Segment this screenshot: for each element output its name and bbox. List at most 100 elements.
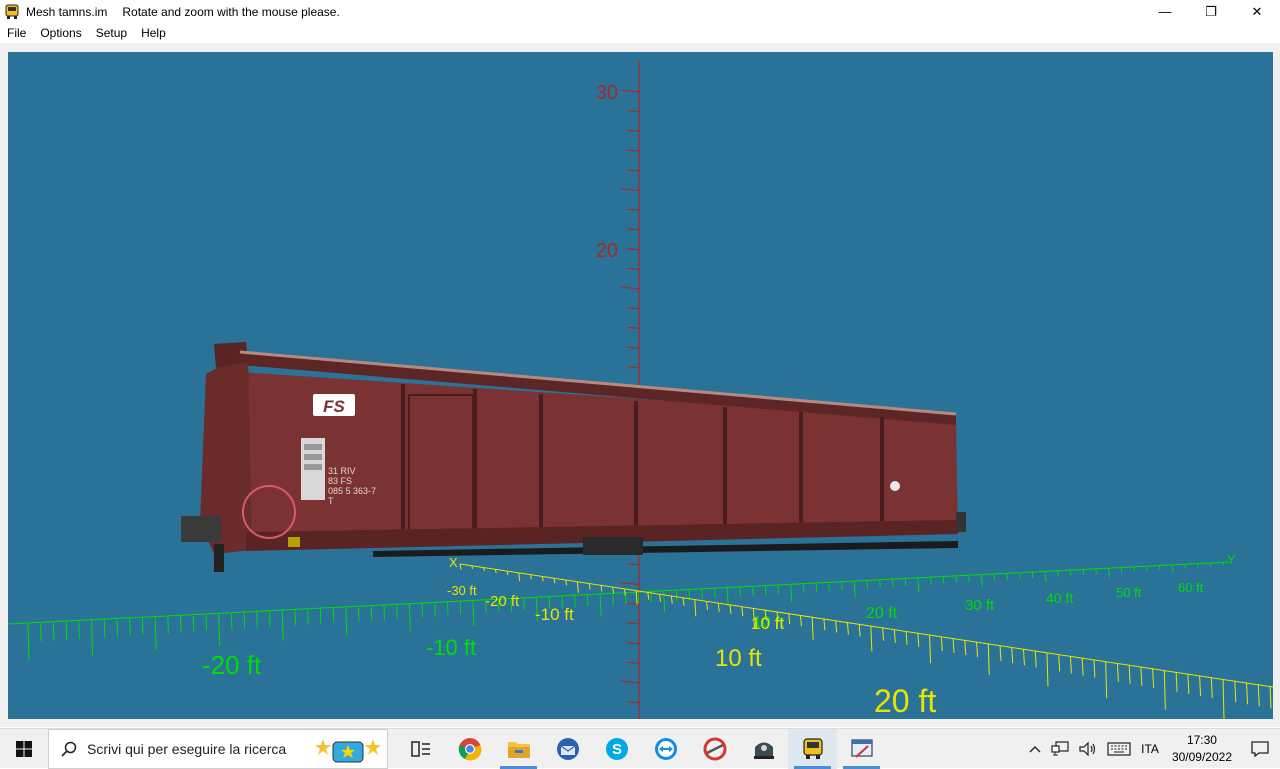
axis-tick	[574, 596, 576, 608]
menu-help[interactable]: Help	[134, 23, 173, 43]
speaker-icon	[1079, 741, 1096, 757]
axis-tick	[777, 585, 780, 595]
clock-button[interactable]: 17:30 30/09/2022	[1164, 729, 1240, 769]
axis-tick	[408, 604, 411, 632]
axis-tick	[1171, 565, 1174, 573]
notifications-button[interactable]	[1240, 729, 1280, 769]
axis-tick	[942, 577, 945, 584]
axis-tick	[626, 267, 640, 270]
axis-tick	[447, 602, 449, 616]
axis-tick	[1069, 655, 1072, 674]
axis-tick	[1044, 572, 1047, 583]
axis-tick	[726, 588, 729, 607]
axis-tick	[180, 616, 182, 633]
close-button[interactable]: ✕	[1234, 0, 1280, 23]
axis-tick	[713, 588, 716, 599]
clock-date: 30/09/2022	[1171, 750, 1232, 764]
axis-tick	[626, 129, 640, 132]
axis-tick	[1120, 568, 1123, 573]
axis-tick	[1222, 678, 1225, 719]
search-placeholder: Scrivi qui per eseguire la ricerca	[87, 740, 287, 757]
window-subtitle: Rotate and zoom with the mouse please.	[122, 4, 340, 19]
menu-options[interactable]: Options	[33, 23, 88, 43]
restore-icon: ❐	[1205, 3, 1217, 19]
axis-tick	[358, 607, 360, 622]
network-icon	[1051, 741, 1069, 756]
restore-button[interactable]: ❐	[1188, 0, 1234, 23]
3d-viewport[interactable]: 30 20 Y -20 ft -10 ft 10 ft 20 ft 30 ft …	[8, 52, 1273, 719]
train-app-button[interactable]	[788, 728, 837, 769]
task-view-button[interactable]	[396, 729, 445, 769]
axis-tick	[1269, 685, 1272, 709]
train-app-icon	[802, 737, 823, 759]
axis-tick	[141, 618, 144, 635]
axis-tick	[1019, 573, 1021, 579]
chrome-button[interactable]	[445, 729, 494, 769]
taskbar-apps: S	[396, 728, 886, 769]
axis-tick	[929, 634, 932, 664]
editor-button[interactable]	[837, 729, 886, 769]
axis-tick	[940, 636, 943, 651]
axis-tick	[620, 89, 640, 93]
axis-tick	[1158, 566, 1161, 570]
search-icon	[61, 741, 77, 757]
axis-tick	[78, 621, 80, 639]
y-tick-label: 20 ft	[866, 605, 898, 622]
close-icon: ✕	[1251, 3, 1263, 19]
axis-tick	[1128, 664, 1131, 684]
axis-tick	[882, 627, 885, 641]
axis-tick	[553, 578, 556, 584]
network-button[interactable]	[1046, 729, 1074, 769]
window-title: Mesh tamns.im	[26, 4, 108, 19]
teamviewer-button[interactable]	[641, 729, 690, 769]
thunderbird-button[interactable]	[543, 729, 592, 769]
axis-tick	[345, 607, 348, 637]
axis-tick	[523, 598, 525, 611]
axis-tick	[905, 631, 908, 645]
ccleaner-button[interactable]	[690, 729, 739, 769]
taskbar-search-box[interactable]: Scrivi qui per eseguire la ricerca	[48, 728, 388, 769]
input-language-button[interactable]: ITA	[1136, 729, 1164, 769]
axis-tick	[588, 583, 591, 590]
z-axis-label-20: 20	[596, 240, 618, 262]
axis-tick	[841, 582, 843, 591]
volume-button[interactable]	[1074, 729, 1102, 769]
minimize-button[interactable]: —	[1142, 0, 1188, 23]
touch-keyboard-button[interactable]	[1102, 729, 1136, 769]
axis-tick	[1022, 648, 1025, 666]
axis-tick	[626, 563, 640, 566]
axis-tick	[802, 584, 805, 593]
start-button[interactable]	[0, 729, 48, 769]
wagon-model[interactable]: FS 31 RIV 83 FS 085 5 363-7 T	[181, 342, 966, 572]
axis-tick	[858, 624, 861, 637]
axis-tick	[205, 614, 207, 631]
axis-tick	[256, 612, 258, 628]
axis-tick	[706, 601, 709, 610]
axis-tick	[659, 593, 662, 602]
axis-tick	[459, 601, 462, 615]
axis-tick	[866, 581, 869, 589]
axis-tick	[1175, 671, 1178, 693]
axis-tick	[1082, 570, 1085, 575]
axis-tick	[612, 594, 614, 605]
axis-tick	[620, 680, 640, 684]
axis-tick	[383, 605, 385, 620]
axis-tick	[993, 574, 996, 581]
axis-tick	[764, 586, 767, 596]
axis-tick	[626, 326, 640, 329]
axis-tick	[968, 575, 970, 583]
axis-tick	[987, 643, 990, 675]
clock-time: 17:30	[1186, 733, 1217, 747]
chevron-up-icon	[1029, 746, 1041, 753]
skype-button[interactable]: S	[592, 729, 641, 769]
axis-tick	[230, 613, 233, 630]
locomotive-app-button[interactable]	[739, 729, 788, 769]
menu-file[interactable]: File	[0, 23, 33, 43]
axis-tick	[65, 622, 68, 640]
show-hidden-icons-button[interactable]	[1024, 729, 1046, 769]
menu-setup[interactable]: Setup	[89, 23, 134, 43]
file-explorer-button[interactable]	[494, 729, 543, 769]
axis-tick	[1222, 562, 1224, 566]
axis-tick	[930, 577, 932, 585]
axis-tick	[828, 583, 830, 592]
